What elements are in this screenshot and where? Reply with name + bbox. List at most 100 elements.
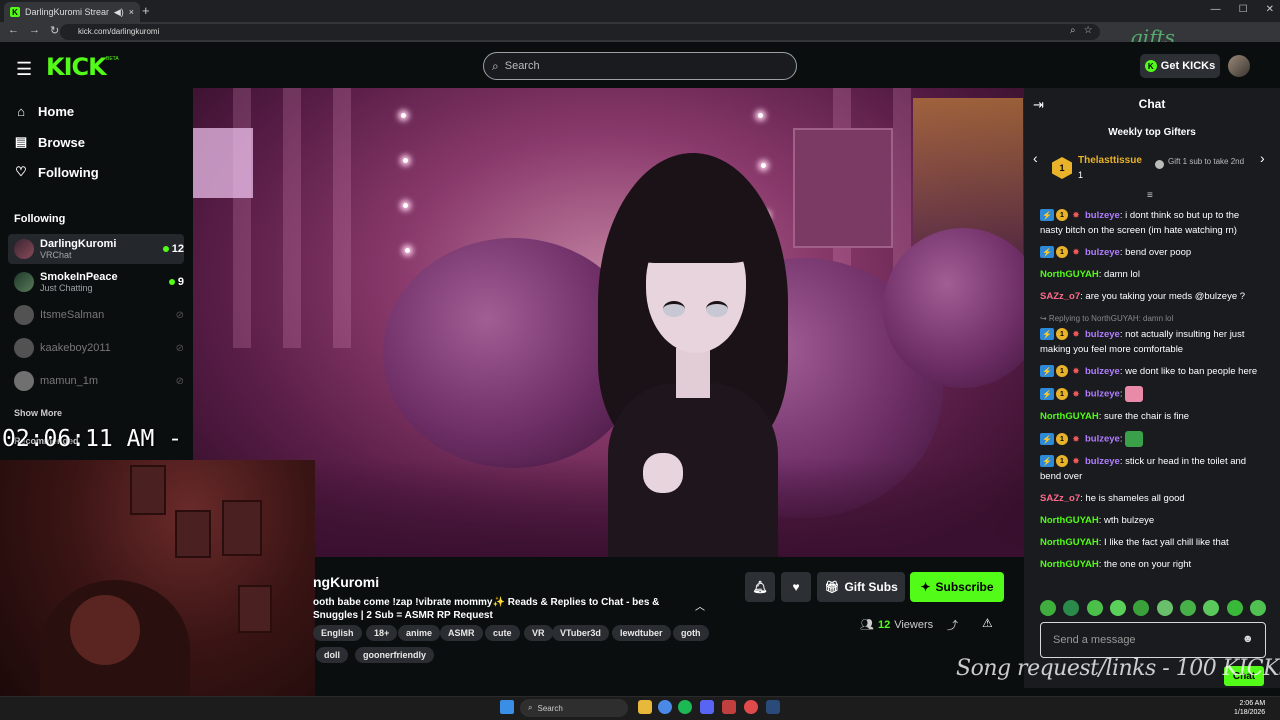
chevron-left-icon[interactable]: ‹ xyxy=(1033,150,1038,166)
spotify-icon[interactable] xyxy=(678,700,692,714)
logo-beta-badge: BETA xyxy=(106,56,119,62)
tab-title: DarlingKuromi Stream - Wa xyxy=(25,7,109,17)
chat-message-input[interactable] xyxy=(1053,634,1233,646)
gifter-badge-icon: 1 xyxy=(1056,455,1068,468)
tag[interactable]: VTuber3d xyxy=(552,625,609,641)
mute-icon[interactable]: ◀) xyxy=(114,7,124,18)
tag[interactable]: anime xyxy=(398,625,441,641)
chat-username[interactable]: bulzeye xyxy=(1085,389,1120,400)
offline-icon: ⊘ xyxy=(175,309,184,321)
chat-username[interactable]: SAZz_o7 xyxy=(1040,493,1080,504)
maximize-icon[interactable]: ☐ xyxy=(1239,4,1248,15)
emote-icon[interactable] xyxy=(1109,600,1126,616)
tag[interactable]: goth xyxy=(673,625,709,641)
channel-item-itsmesalman[interactable]: ItsmeSalman ⊘ xyxy=(8,300,184,330)
address-bar-icons: ⌕ ☆ xyxy=(1070,25,1093,36)
tag[interactable]: doll xyxy=(316,647,348,663)
windows-start-icon[interactable] xyxy=(500,700,514,714)
chat-username[interactable]: NorthGUYAH xyxy=(1040,537,1099,548)
subscribe-label: Subscribe xyxy=(935,580,994,594)
reload-icon[interactable]: ↻ xyxy=(50,24,59,37)
search-bar[interactable]: ⌕ xyxy=(483,52,797,80)
url-field[interactable]: kick.com/darlingkuromi xyxy=(60,24,1100,40)
chevron-up-icon[interactable]: ︿ xyxy=(695,598,705,613)
tag[interactable]: 18+ xyxy=(366,625,398,641)
tag[interactable]: ASMR xyxy=(440,625,483,641)
share-icon[interactable]: ⤴ xyxy=(947,617,958,633)
chrome-icon[interactable] xyxy=(658,700,672,714)
channel-item-darlingkuromi[interactable]: DarlingKuromi VRChat 12 xyxy=(8,234,184,264)
tag[interactable]: English xyxy=(313,625,362,641)
close-window-icon[interactable]: ✕ xyxy=(1266,4,1274,15)
chat-username[interactable]: bulzeye xyxy=(1085,434,1120,445)
taskbar-search[interactable]: ⌕ Search xyxy=(520,699,628,717)
channel-item-smokeinpeace[interactable]: SmokeInPeace Just Chatting 9 xyxy=(8,267,184,297)
emote-icon[interactable] xyxy=(1040,600,1056,616)
bookmark-star-icon[interactable]: ☆ xyxy=(1084,25,1093,36)
stream-channel-name[interactable]: ngKuromi xyxy=(313,574,379,590)
tag[interactable]: lewdtuber xyxy=(612,625,671,641)
chat-input-box[interactable] xyxy=(1040,622,1266,658)
new-tab-button[interactable]: + xyxy=(142,3,150,18)
kick-coin-icon: K xyxy=(1144,60,1157,72)
close-tab-icon[interactable]: × xyxy=(129,7,134,17)
chat-username[interactable]: bulzeye xyxy=(1085,329,1120,340)
kick-logo[interactable]: KICK xyxy=(46,53,107,81)
gift-subs-label: Gift Subs xyxy=(844,580,898,594)
emote-icon[interactable] xyxy=(1133,600,1150,616)
emote-icon[interactable] xyxy=(1226,600,1243,616)
chat-username[interactable]: bulzeye xyxy=(1085,210,1120,221)
emote-icon[interactable] xyxy=(1179,600,1196,616)
video-player[interactable] xyxy=(193,88,1024,557)
back-icon[interactable]: ← xyxy=(8,24,19,37)
chat-username[interactable]: SAZz_o7 xyxy=(1040,291,1080,302)
zoom-icon[interactable]: ⌕ xyxy=(1070,25,1076,36)
discord-icon[interactable] xyxy=(700,700,714,714)
follow-button[interactable]: ♥ xyxy=(781,572,811,602)
chat-username[interactable]: NorthGUYAH xyxy=(1040,559,1099,570)
avatar-hand xyxy=(643,453,683,493)
light-bulb xyxy=(403,158,408,163)
sidebar-item-browse[interactable]: ▤ Browse xyxy=(14,134,85,150)
chat-username[interactable]: bulzeye xyxy=(1085,247,1120,258)
emote-icon[interactable] xyxy=(1086,600,1103,616)
window-controls: — ☐ ✕ xyxy=(1211,4,1274,15)
chat-username[interactable]: bulzeye xyxy=(1085,366,1120,377)
chevron-right-icon[interactable]: › xyxy=(1260,150,1265,166)
menu-icon[interactable]: ☰ xyxy=(16,59,32,80)
gifter-name[interactable]: Thelasttissue xyxy=(1078,155,1142,166)
get-kicks-button[interactable]: K Get KICKs xyxy=(1140,54,1220,78)
browser-tab[interactable]: K DarlingKuromi Stream - Wa ◀) × xyxy=(4,2,140,22)
steam-icon[interactable] xyxy=(766,700,780,714)
subscribe-button[interactable]: ✦ Subscribe xyxy=(910,572,1004,602)
sidebar-item-home[interactable]: ⌂ Home xyxy=(14,104,74,119)
obs-icon[interactable] xyxy=(744,700,758,714)
chat-username[interactable]: NorthGUYAH xyxy=(1040,269,1099,280)
emote-icon[interactable] xyxy=(1063,600,1080,616)
emote-icon[interactable] xyxy=(1156,600,1173,616)
search-input[interactable] xyxy=(504,60,775,72)
gift-subs-button[interactable]: 🎁︎ Gift Subs xyxy=(817,572,905,602)
channel-item-kaakeboy2011[interactable]: kaakeboy2011 ⊘ xyxy=(8,333,184,363)
app-icon[interactable] xyxy=(722,700,736,714)
channel-item-mamun-1m[interactable]: mamun_1m ⊘ xyxy=(8,366,184,396)
emote-icon[interactable] xyxy=(1249,600,1266,616)
minimize-icon[interactable]: — xyxy=(1211,4,1221,15)
user-avatar[interactable] xyxy=(1228,55,1250,77)
chat-filter-icon[interactable]: ≡ xyxy=(1147,190,1153,201)
emote-icon[interactable] xyxy=(1203,600,1220,616)
file-explorer-icon[interactable] xyxy=(638,700,652,714)
tag[interactable]: goonerfriendly xyxy=(355,647,435,663)
chat-username[interactable]: NorthGUYAH xyxy=(1040,411,1099,422)
collapse-chat-icon[interactable]: ⇥ xyxy=(1033,97,1044,113)
chat-username[interactable]: bulzeye xyxy=(1085,456,1120,467)
tag[interactable]: cute xyxy=(485,625,520,641)
notification-bell-button[interactable]: 🔔︎ xyxy=(745,572,775,602)
report-icon[interactable]: ⚠ xyxy=(982,616,993,630)
tag[interactable]: VR xyxy=(524,625,553,641)
chat-username[interactable]: NorthGUYAH xyxy=(1040,515,1099,526)
sidebar-item-following[interactable]: ♡ Following xyxy=(14,164,98,180)
forward-icon[interactable]: → xyxy=(29,24,40,37)
show-more-link[interactable]: Show More xyxy=(14,408,62,418)
emoji-icon[interactable]: ☻ xyxy=(1242,633,1254,645)
